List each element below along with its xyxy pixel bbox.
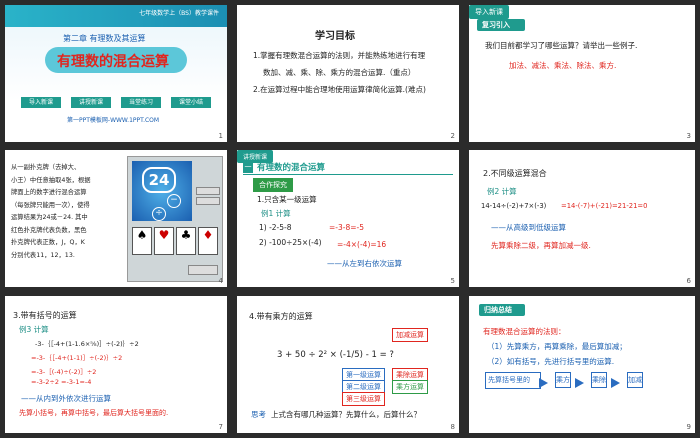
- order-note: ——从内到外依次进行运算: [21, 394, 111, 403]
- step-2: 讲授新课: [71, 97, 111, 108]
- slide-number: 1: [218, 132, 223, 140]
- banner-divider: [243, 174, 453, 175]
- think-question: 上式含有哪几种运算？先算什么，后算什么？: [271, 410, 421, 419]
- problem-solution: =14-(-7)+(-21)=21-21=0: [561, 202, 648, 210]
- slide-thumbnail-8[interactable]: 4.带有乘方的运算 3 + 50 ÷ 2² × (-1/5) - 1 = ? 加…: [237, 296, 459, 433]
- section-tag: 导入新课: [469, 5, 509, 19]
- game-ok-button[interactable]: [188, 265, 218, 275]
- slide-number: 3: [686, 132, 691, 140]
- flow-arrow-icon: [611, 378, 620, 388]
- goal-line-1: 1.掌握有理数混合运算的法则，并能熟练地进行有理: [253, 51, 426, 60]
- rule-title: 有理数混合运算的法则：: [483, 327, 566, 336]
- review-answer: 加法、减法、乘法、除法、乘方.: [509, 61, 617, 70]
- slide-number: 7: [218, 423, 223, 431]
- power-expression: 3 + 50 ÷ 2² × (-1/5) - 1 = ?: [277, 350, 394, 360]
- rule-line: 运算结果为24或－24. 其中: [11, 214, 88, 221]
- banner-number: 一: [243, 161, 253, 173]
- example-label: 例1 计算: [261, 209, 291, 218]
- explore-chip: 合作探究: [253, 178, 293, 192]
- example-label: 例2 计算: [487, 187, 517, 196]
- goal-line-2: 数加、减、乘、除、乘方的混合运算.（重点）: [263, 68, 416, 77]
- rule-line: 小王）中任意抽取4张，根据: [11, 176, 91, 184]
- footer-watermark: 第一PPT模板网-WWW.1PPT.COM: [67, 117, 160, 124]
- problem-2: 2) -100÷25×(-4): [259, 238, 322, 247]
- slide-thumbnail-3[interactable]: 导入新课 复习引入 我们目前都学习了哪些运算？请举出一些例子. 加法、减法、乘法…: [469, 5, 695, 142]
- slide-number: 5: [450, 277, 455, 285]
- slide-thumbnail-9[interactable]: 归纳总结 有理数混合运算的法则： （1）先算乘方，再算乘除，最后算加减； （2）…: [469, 296, 695, 433]
- step-line-3: =-3-［(-4)÷(-2)］÷2: [31, 368, 97, 376]
- problem-1-solution: =-3-8=-5: [329, 223, 365, 232]
- game-board: 24 − ÷: [132, 161, 192, 221]
- problem-expression: 14-14÷(-2)+7×(-3): [481, 202, 547, 210]
- label-third-level: 第三级运算: [342, 392, 385, 406]
- rule-line: 从一副扑克牌（去掉大、: [11, 164, 81, 171]
- step-3: 当堂练习: [121, 97, 161, 108]
- rule-2: （2）如有括号，先进行括号里的运算.: [487, 357, 615, 366]
- slide-thumbnail-4[interactable]: 从一副扑克牌（去掉大、 小王）中任意抽取4张，根据 牌面上的数字进行混合运算 （…: [5, 150, 227, 287]
- rule-line: 分别代表11，12，13.: [11, 251, 75, 259]
- problem-2-solution: =-4×(-4)=16: [337, 240, 387, 249]
- flow-arrow-icon: [575, 378, 584, 388]
- target-number: 24: [142, 167, 176, 193]
- club-card-icon: ♣: [176, 227, 196, 255]
- subsection-label: 复习引入: [482, 21, 510, 29]
- subheading: 2.不同级运算混合: [483, 169, 547, 178]
- label-power: 乘方运算: [392, 380, 428, 394]
- slide-thumbnail-7[interactable]: 3.带有括号的运算 例3 计算 -3-｛［-4+(1-1.6×⅝)］÷(-2)｝…: [5, 296, 227, 433]
- order-note: ——从左到右依次运算: [327, 259, 402, 268]
- course-header: 七年级数学上（BS）教学课件: [139, 10, 219, 17]
- label-add-sub: 加减运算: [392, 328, 428, 342]
- slide-number: 9: [686, 423, 691, 431]
- step-4: 课堂小结: [171, 97, 211, 108]
- slide-thumbnail-2[interactable]: 学习目标 1.掌握有理数混合运算的法则，并能熟练地进行有理 数加、减、乘、除、乘…: [237, 5, 459, 142]
- game-button[interactable]: [196, 187, 220, 195]
- step-line-2: =-3-｛［-4+(1-1)］÷(-2)｝÷2: [31, 354, 123, 362]
- card-game-text: 从一副扑克牌（去掉大、 小王）中任意抽取4张，根据 牌面上的数字进行混合运算 （…: [11, 162, 123, 262]
- minus-icon: −: [167, 194, 181, 208]
- step-line-4: =-3-2÷2 =-3-1=-4: [31, 378, 92, 386]
- game-button[interactable]: [196, 197, 220, 205]
- rule-line: 牌面上的数字进行混合运算: [11, 189, 87, 196]
- order-rule: 先算乘除二级，再算加减一级.: [491, 241, 591, 250]
- rule-line: 扑克牌代表正数，J，Q，K: [11, 239, 85, 246]
- flow-arrow-icon: [539, 378, 548, 388]
- divide-icon: ÷: [152, 207, 166, 221]
- flow-step-2: 乘方: [555, 372, 571, 388]
- spade-card-icon: ♠: [132, 227, 152, 255]
- step-line-1: -3-｛［-4+(1-1.6×⅝)］÷(-2)｝÷2: [35, 340, 139, 348]
- subheading: 4.带有乘方的运算: [249, 312, 313, 321]
- summary-label: 归纳总结: [484, 306, 512, 314]
- lesson-steps: 导入新课 讲授新课 当堂练习 课堂小结: [21, 97, 211, 109]
- rule-line: （每张牌只能用一次），使得: [11, 201, 90, 209]
- slide-number: 6: [686, 277, 691, 285]
- chapter-label: 第二章 有理数及其运算: [63, 34, 146, 43]
- slide-thumbnail-6[interactable]: 2.不同级运算混合 例2 计算 14-14÷(-2)+7×(-3) =14-(-…: [469, 150, 695, 287]
- slide-number: 2: [450, 132, 455, 140]
- step-1: 导入新课: [21, 97, 61, 108]
- rule-1: （1）先算乘方，再算乘除，最后算加减；: [487, 342, 627, 351]
- goal-line-3: 2.在运算过程中能合理地使用运算律简化运算.(难点): [253, 85, 426, 94]
- slide-thumbnail-1[interactable]: 七年级数学上（BS）教学课件 第二章 有理数及其运算 有理数的混合运算 导入新课…: [5, 5, 227, 142]
- subheading: 3.带有括号的运算: [13, 311, 77, 320]
- slide-number: 4: [218, 277, 223, 285]
- review-question: 我们目前都学习了哪些运算？请举出一些例子.: [485, 41, 638, 50]
- order-note: ——从高级到低级运算: [491, 223, 566, 232]
- diamond-card-icon: ♦: [198, 227, 218, 255]
- slide-title: 有理数的混合运算: [57, 54, 169, 70]
- rule-line: 红色扑克牌代表负数，黑色: [11, 226, 87, 234]
- subheading: 1.只含某一级运算: [257, 195, 317, 204]
- problem-1: 1) -2-5-8: [259, 223, 292, 232]
- flow-step-3: 乘除: [591, 372, 607, 388]
- heart-card-icon: ♥: [154, 227, 174, 255]
- slide-thumbnail-5[interactable]: 讲授新课 一 有理数的混合运算 合作探究 1.只含某一级运算 例1 计算 1) …: [237, 150, 459, 287]
- example-label: 例3 计算: [19, 325, 49, 334]
- think-label: 思考: [251, 410, 266, 419]
- goals-title: 学习目标: [315, 31, 355, 42]
- order-rule: 先算小括号，再算中括号，最后算大括号里面的.: [19, 409, 169, 417]
- slide-number: 8: [450, 423, 455, 431]
- flow-step-4: 加减: [627, 372, 643, 388]
- game-window: 24 − ÷ ♠ ♥ ♣ ♦: [127, 156, 223, 282]
- banner-title: 有理数的混合运算: [257, 163, 326, 173]
- flow-step-1: 先算括号里的: [485, 372, 541, 389]
